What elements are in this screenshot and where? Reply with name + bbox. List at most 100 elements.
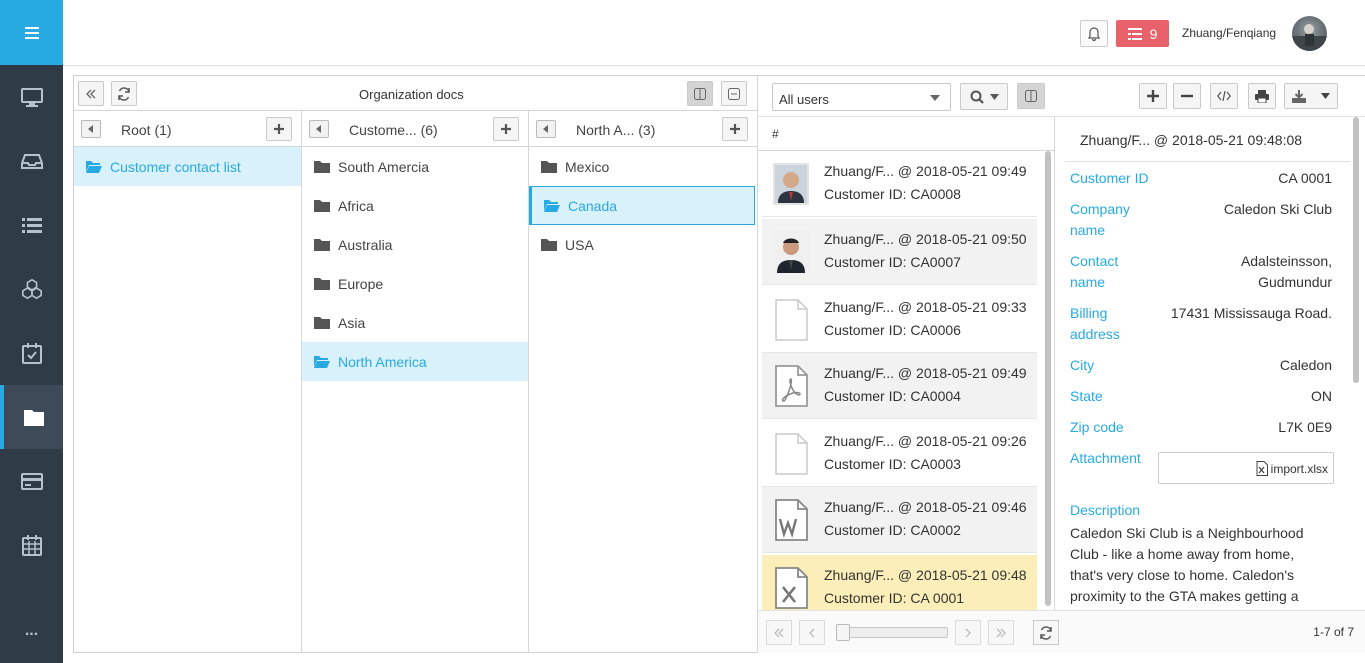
description-text: Caledon Ski Club is a Neighbourhood Club… xyxy=(1070,525,1304,604)
scrollbar-thumb[interactable] xyxy=(1045,151,1051,606)
embed-code-button[interactable] xyxy=(1210,83,1238,109)
plus-icon xyxy=(730,124,740,134)
folder-label: Customer contact list xyxy=(110,158,241,175)
folder-customer-contact-list[interactable]: Customer contact list xyxy=(74,147,301,186)
document-row[interactable]: Zhuang/F... @ 2018-05-21 09:46 Customer … xyxy=(762,487,1037,553)
split-view-button[interactable] xyxy=(687,81,713,106)
folder-asia[interactable]: Asia xyxy=(302,303,528,342)
users-filter-select[interactable]: All users xyxy=(772,83,951,111)
caret-left-icon xyxy=(543,125,548,133)
field-value-customer-id: CA 0001 xyxy=(1278,170,1332,186)
document-subtitle: Customer ID: CA0006 xyxy=(824,322,961,338)
add-folder-button[interactable] xyxy=(722,117,748,141)
last-page-button[interactable] xyxy=(988,620,1014,645)
topbar: 9 Zhuang/Fenqiang xyxy=(63,0,1365,66)
document-row[interactable]: Zhuang/F... @ 2018-05-21 09:26 Customer … xyxy=(762,421,1037,487)
collapse-button[interactable] xyxy=(78,81,104,106)
caret-down-icon xyxy=(989,93,999,100)
add-folder-button[interactable] xyxy=(266,117,292,141)
attachment-link[interactable]: import.xlsx xyxy=(1256,461,1328,476)
remove-document-button[interactable] xyxy=(1173,83,1201,109)
folder-icon xyxy=(23,410,44,426)
document-row[interactable]: Zhuang/F... @ 2018-05-21 09:33 Customer … xyxy=(762,287,1037,353)
alerts-button[interactable]: 9 xyxy=(1116,20,1169,47)
next-page-button[interactable] xyxy=(955,620,981,645)
print-button[interactable] xyxy=(1248,83,1276,109)
folder-icon xyxy=(314,317,330,329)
refresh-icon xyxy=(118,86,130,101)
sidebar-item-documents[interactable] xyxy=(0,385,63,449)
columns-icon xyxy=(1025,90,1037,102)
caret-down-icon xyxy=(930,95,940,101)
columns-icon xyxy=(694,87,706,100)
field-value-company-name: Caledon Ski Club xyxy=(1223,201,1332,217)
pager-refresh-button[interactable] xyxy=(1033,620,1059,645)
card-icon xyxy=(20,473,43,490)
sidebar-item-calendar[interactable] xyxy=(0,513,63,577)
search-icon xyxy=(970,90,984,104)
avatar[interactable] xyxy=(1292,16,1327,51)
folder-icon xyxy=(541,239,557,251)
excel-file-icon xyxy=(1256,461,1268,476)
folder-column-customers: Custome... (6) South Amercia Africa Aust… xyxy=(302,111,529,653)
document-subtitle: Customer ID: CA0007 xyxy=(824,254,961,270)
column-back-button[interactable] xyxy=(81,120,101,138)
notifications-button[interactable] xyxy=(1080,20,1108,47)
document-row-selected[interactable]: Zhuang/F... @ 2018-05-21 09:48 Customer … xyxy=(762,555,1037,610)
document-title: Zhuang/F... @ 2018-05-21 09:49 xyxy=(824,365,1027,381)
column-header: Custome... (6) xyxy=(302,111,528,147)
field-value-contact-name: Adalsteinsson, xyxy=(1240,253,1332,269)
folder-mexico[interactable]: Mexico xyxy=(529,147,757,186)
calendar-check-icon xyxy=(21,343,42,364)
hamburger-icon xyxy=(24,26,39,39)
folder-europe[interactable]: Europe xyxy=(302,264,528,303)
folder-africa[interactable]: Africa xyxy=(302,186,528,225)
folder-south-amercia[interactable]: South Amercia xyxy=(302,147,528,186)
plus-icon xyxy=(1147,90,1159,102)
folder-australia[interactable]: Australia xyxy=(302,225,528,264)
folder-label: Asia xyxy=(338,314,366,331)
sidebar-item-inbox[interactable] xyxy=(0,129,63,193)
folder-usa[interactable]: USA xyxy=(529,225,757,264)
sidebar-item-tasks[interactable] xyxy=(0,321,63,385)
document-title: Zhuang/F... @ 2018-05-21 09:26 xyxy=(824,433,1027,449)
sidebar-item-card[interactable] xyxy=(0,449,63,513)
folder-icon xyxy=(314,239,330,251)
refresh-button[interactable] xyxy=(111,81,137,106)
list-icon xyxy=(21,218,42,233)
sidebar: ... xyxy=(0,0,63,663)
folder-open-icon xyxy=(86,161,102,173)
documents-panel: All users # Zhuang/F... @ 2018-05-21 09:… xyxy=(757,76,1365,653)
sidebar-more-button[interactable]: ... xyxy=(0,599,63,663)
document-row[interactable]: Zhuang/F... @ 2018-05-21 09:50 Customer … xyxy=(762,219,1037,285)
add-folder-button[interactable] xyxy=(493,117,519,141)
detail-toggle-button[interactable] xyxy=(1017,83,1045,109)
folder-label: Europe xyxy=(338,275,384,292)
document-row[interactable]: Zhuang/F... @ 2018-05-21 09:49 Customer … xyxy=(762,353,1037,419)
column-back-button[interactable] xyxy=(536,120,556,138)
add-document-button[interactable] xyxy=(1139,83,1167,109)
sidebar-item-cubes[interactable] xyxy=(0,257,63,321)
download-button[interactable] xyxy=(1284,83,1338,109)
column-back-button[interactable] xyxy=(309,120,329,138)
prev-page-button[interactable] xyxy=(799,620,825,645)
detail-scrollbar[interactable] xyxy=(1353,117,1359,383)
first-page-button[interactable] xyxy=(766,620,792,645)
sidebar-item-list[interactable] xyxy=(0,193,63,257)
document-row[interactable]: Zhuang/F... @ 2018-05-21 09:49 Customer … xyxy=(762,151,1037,217)
list-scrollbar[interactable] xyxy=(1045,151,1051,611)
org-docs-title: Organization docs xyxy=(359,87,464,102)
detail-title: Zhuang/F... @ 2018-05-21 09:48:08 xyxy=(1080,132,1303,148)
user-name[interactable]: Zhuang/Fenqiang xyxy=(1182,26,1276,40)
hamburger-menu-button[interactable] xyxy=(0,0,63,65)
pdf-file-icon xyxy=(775,365,808,407)
field-label-customer-id: Customer ID xyxy=(1070,170,1149,186)
page-slider[interactable] xyxy=(836,624,948,641)
minimize-button[interactable] xyxy=(721,81,747,106)
folder-north-america[interactable]: North America xyxy=(302,342,528,381)
sidebar-item-monitor[interactable] xyxy=(0,65,63,129)
slider-handle[interactable] xyxy=(836,624,850,641)
search-button[interactable] xyxy=(960,83,1008,110)
double-chevron-left-icon xyxy=(774,628,784,637)
folder-canada[interactable]: Canada xyxy=(529,186,755,225)
